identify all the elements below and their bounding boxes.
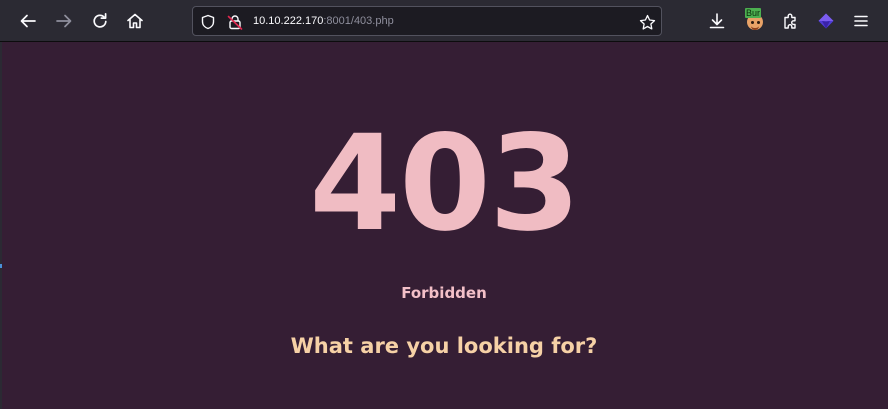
star-icon[interactable] bbox=[638, 13, 656, 31]
burp-badge: Bur bbox=[745, 8, 762, 18]
url-host: 10.10.222.170 bbox=[253, 15, 324, 27]
app-menu-button[interactable] bbox=[846, 6, 876, 36]
back-button[interactable] bbox=[13, 6, 43, 36]
error-question: What are you looking for? bbox=[290, 334, 598, 358]
home-button[interactable] bbox=[120, 6, 150, 36]
url-text[interactable]: 10.10.222.170:8001/403.php bbox=[253, 7, 394, 35]
downloads-button[interactable] bbox=[702, 6, 732, 36]
extensions-button[interactable] bbox=[776, 6, 806, 36]
reload-button[interactable] bbox=[85, 6, 115, 36]
home-icon bbox=[126, 12, 144, 30]
edge-marker bbox=[0, 264, 2, 268]
burp-eye-right bbox=[757, 21, 760, 24]
arrow-left-icon bbox=[19, 12, 37, 30]
hamburger-menu-icon bbox=[853, 13, 869, 29]
puzzle-icon bbox=[782, 12, 800, 30]
arrow-right-icon bbox=[55, 12, 73, 30]
burp-eye-left bbox=[751, 21, 754, 24]
insecure-lock-icon[interactable] bbox=[226, 13, 244, 31]
error-status: Forbidden bbox=[401, 284, 487, 302]
address-bar[interactable]: 10.10.222.170:8001/403.php bbox=[192, 6, 662, 36]
error-code: 403 bbox=[309, 107, 581, 261]
reload-icon bbox=[91, 12, 109, 30]
burp-extension-button[interactable]: Bur bbox=[745, 8, 767, 32]
browser-toolbar: 10.10.222.170:8001/403.php Bur bbox=[0, 0, 888, 42]
shield-icon[interactable] bbox=[199, 13, 217, 31]
browser-window: 10.10.222.170:8001/403.php Bur 403 Forbi… bbox=[0, 0, 888, 409]
diamond-icon bbox=[817, 12, 835, 30]
download-icon bbox=[708, 12, 726, 30]
wappalyzer-button[interactable] bbox=[811, 6, 841, 36]
forward-button[interactable] bbox=[49, 6, 79, 36]
url-path: :8001/403.php bbox=[323, 15, 394, 27]
